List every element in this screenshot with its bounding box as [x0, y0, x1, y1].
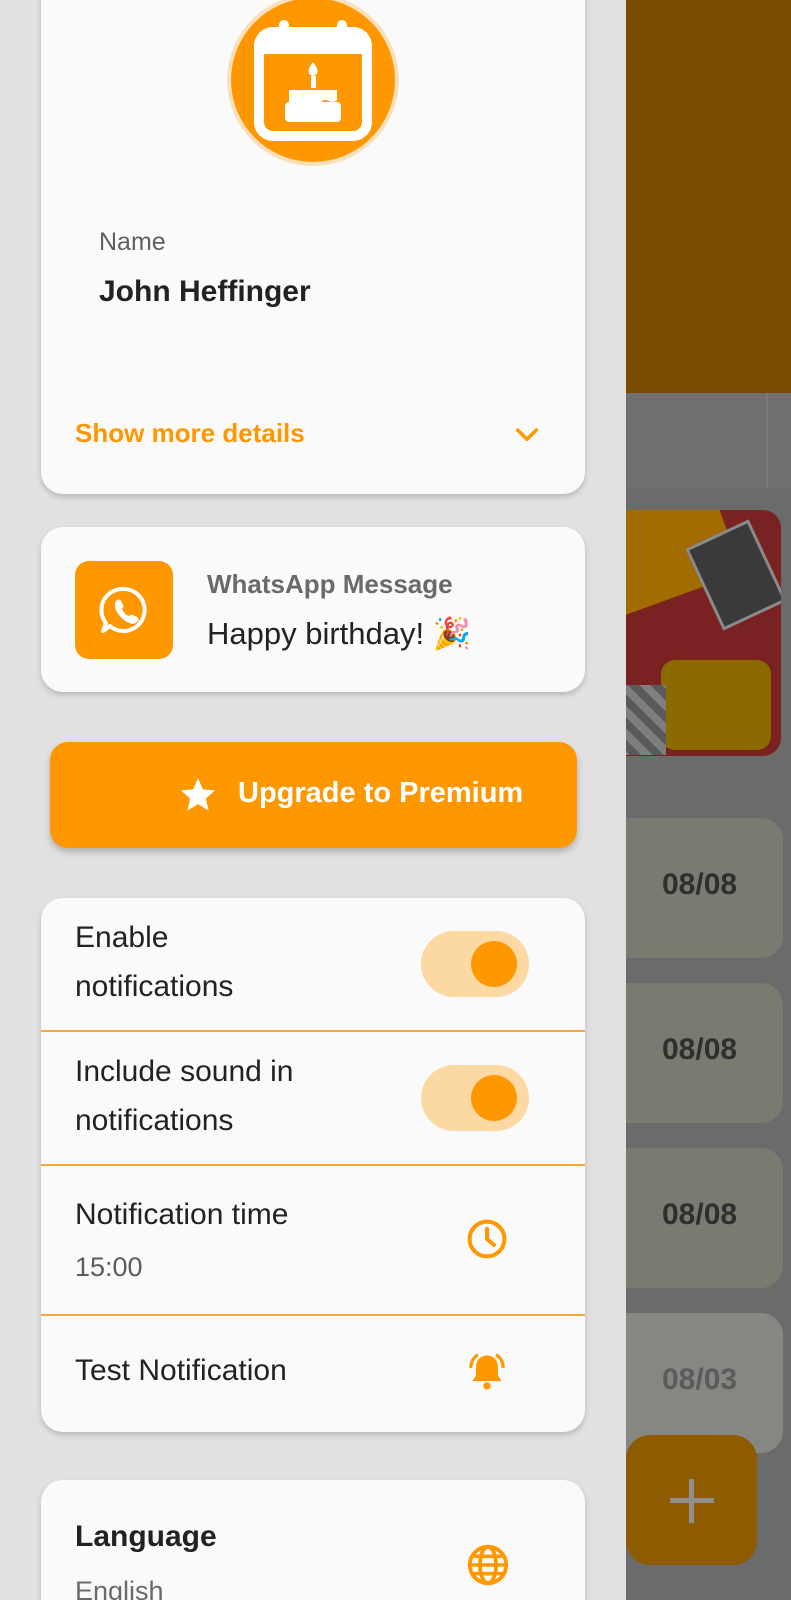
- include-sound-toggle[interactable]: [421, 1065, 529, 1131]
- bell-ringing-icon[interactable]: [465, 1350, 509, 1394]
- globe-icon[interactable]: [465, 1542, 511, 1588]
- language-card[interactable]: Language English: [41, 1480, 585, 1600]
- background-card-date: 08/08: [662, 868, 738, 901]
- language-value: English: [75, 1576, 164, 1600]
- background-app-scrim[interactable]: 08/08 08/08 08/08 08/03: [626, 0, 791, 1600]
- whatsapp-message-title: WhatsApp Message: [207, 569, 453, 599]
- toggle-knob: [471, 1075, 517, 1121]
- test-notification-row[interactable]: Test Notification: [41, 1316, 585, 1432]
- enable-notifications-label-line2: notifications: [75, 970, 234, 1003]
- background-app-header: [626, 0, 791, 393]
- enable-notifications-toggle[interactable]: [421, 931, 529, 997]
- include-sound-row[interactable]: Include sound in notifications: [41, 1032, 585, 1164]
- background-birthday-card: 08/08: [626, 1148, 783, 1288]
- background-banner-image: [626, 510, 781, 756]
- background-card-date: 08/08: [662, 1198, 738, 1231]
- test-notification-label: Test Notification: [75, 1354, 287, 1387]
- toggle-knob: [471, 941, 517, 987]
- app-avatar: [231, 0, 395, 162]
- upgrade-premium-label: Upgrade to Premium: [238, 777, 524, 809]
- screen: 08/08 08/08 08/08 08/03 Name John Heffin…: [0, 0, 791, 1600]
- background-birthday-card: 08/03: [626, 1313, 783, 1453]
- enable-notifications-label-line1: Enable: [75, 921, 169, 954]
- language-title: Language: [75, 1520, 217, 1553]
- background-card-date: 08/03: [662, 1363, 738, 1396]
- background-add-button: [626, 1435, 757, 1565]
- include-sound-label-line2: notifications: [75, 1104, 234, 1137]
- upgrade-premium-button[interactable]: Upgrade to Premium: [50, 742, 577, 848]
- background-divider: [766, 393, 768, 488]
- notification-time-value: 15:00: [75, 1252, 143, 1282]
- notification-settings-card: Enable notifications Include sound in no…: [41, 898, 585, 1432]
- whatsapp-icon-tile: [75, 561, 173, 659]
- whatsapp-message-text: Happy birthday! 🎉: [207, 616, 472, 651]
- show-more-details-button[interactable]: Show more details: [75, 418, 305, 449]
- whatsapp-message-card[interactable]: WhatsApp Message Happy birthday! 🎉: [41, 527, 585, 692]
- chevron-down-icon[interactable]: [511, 418, 543, 450]
- background-birthday-card: 08/08: [626, 818, 783, 958]
- enable-notifications-row[interactable]: Enable notifications: [41, 898, 585, 1030]
- background-card-date: 08/08: [662, 1033, 738, 1066]
- settings-drawer: Name John Heffinger Show more details Wh…: [0, 0, 626, 1600]
- profile-card: Name John Heffinger Show more details: [41, 0, 585, 494]
- birthday-calendar-icon: [254, 20, 372, 141]
- notification-time-row[interactable]: Notification time 15:00: [41, 1166, 585, 1314]
- notification-time-label: Notification time: [75, 1198, 289, 1231]
- include-sound-label-line1: Include sound in: [75, 1055, 294, 1088]
- name-value: John Heffinger: [99, 275, 311, 308]
- background-birthday-card: 08/08: [626, 983, 783, 1123]
- clock-icon[interactable]: [465, 1217, 509, 1261]
- star-icon: [180, 778, 216, 811]
- name-label: Name: [99, 228, 166, 256]
- whatsapp-icon: [99, 586, 147, 633]
